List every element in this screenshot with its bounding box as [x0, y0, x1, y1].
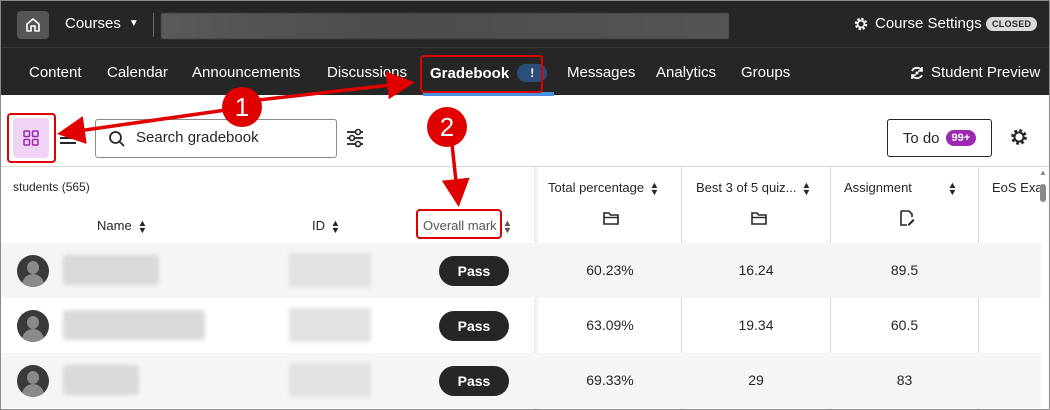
- assignment-cell[interactable]: 83: [831, 372, 978, 388]
- table-row: Pass 69.33% 29 83: [1, 353, 1041, 408]
- best-quiz-cell[interactable]: 16.24: [682, 262, 830, 278]
- vertical-scrollbar[interactable]: ▲: [1038, 166, 1048, 409]
- header-best-quiz-label: Best 3 of 5 quiz...: [696, 180, 797, 195]
- assignment-cell[interactable]: 89.5: [831, 262, 978, 278]
- avatar-icon: [17, 255, 49, 287]
- avatar-icon: [17, 365, 49, 397]
- divider: [153, 13, 154, 37]
- assignment-cell[interactable]: 60.5: [831, 317, 978, 333]
- refresh-preview-icon: [911, 66, 923, 79]
- gradebook-settings-button[interactable]: [1009, 127, 1029, 152]
- tab-groups[interactable]: Groups: [741, 64, 790, 81]
- callout-2: 2: [427, 107, 467, 147]
- student-name-redacted: [63, 310, 205, 340]
- header-id-label: ID: [312, 218, 325, 233]
- highlight-overall-mark: [416, 209, 502, 239]
- highlight-grid-view: [7, 113, 56, 163]
- caret-down-icon: ▼: [128, 18, 139, 29]
- best-quiz-cell[interactable]: 29: [682, 372, 830, 388]
- search-input[interactable]: [136, 129, 326, 146]
- folder-icon: [603, 212, 619, 225]
- home-button[interactable]: [17, 11, 49, 39]
- best-quiz-cell[interactable]: 19.34: [682, 317, 830, 333]
- student-name-redacted: [63, 365, 139, 395]
- student-id-redacted: [289, 363, 371, 397]
- course-settings-label: Course Settings: [875, 15, 982, 32]
- student-preview-label: Student Preview: [931, 64, 1041, 81]
- sort-icon: ▲ ▼: [137, 217, 148, 235]
- courses-menu[interactable]: Courses ▼: [65, 15, 139, 32]
- highlight-gradebook-tab: [420, 55, 543, 93]
- search-field[interactable]: [95, 119, 337, 158]
- tab-messages[interactable]: Messages: [567, 64, 635, 81]
- tab-analytics[interactable]: Analytics: [656, 64, 716, 81]
- course-title-redacted: [161, 13, 729, 39]
- tab-calendar[interactable]: Calendar: [107, 64, 168, 81]
- gradebook-table: students (565) Name ▲ ▼ ID ▲ ▼ Overall mark ▲…: [1, 166, 1049, 409]
- overall-mark-pill[interactable]: Pass: [439, 366, 509, 396]
- todo-button[interactable]: To do 99+: [887, 119, 992, 157]
- header-best-quiz[interactable]: Best 3 of 5 quiz... ▲ ▼: [696, 179, 812, 197]
- tab-discussions[interactable]: Discussions: [327, 64, 407, 81]
- course-settings-button[interactable]: Course Settings: [853, 15, 982, 32]
- status-badge: CLOSED: [986, 17, 1038, 31]
- gear-icon: [1011, 129, 1027, 145]
- courses-label: Courses: [65, 15, 121, 32]
- folder-icon: [751, 212, 767, 225]
- sort-icon: ▲ ▼: [502, 217, 513, 235]
- search-icon: [109, 131, 125, 147]
- sort-icon: ▲ ▼: [649, 179, 660, 197]
- scroll-up-icon[interactable]: ▲: [1039, 168, 1047, 177]
- filter-button[interactable]: [345, 127, 365, 149]
- list-view-button[interactable]: [58, 128, 78, 148]
- sort-icon: ▲ ▼: [330, 217, 341, 235]
- table-row: Pass 60.23% 16.24 89.5: [1, 243, 1041, 298]
- todo-label: To do: [902, 129, 940, 147]
- todo-count-badge: 99+: [945, 130, 977, 146]
- avatar-icon: [17, 310, 49, 342]
- students-count: students (565): [13, 180, 90, 194]
- tab-announcements[interactable]: Announcements: [192, 64, 300, 81]
- scroll-thumb[interactable]: [1040, 184, 1046, 202]
- header-total-percentage-label: Total percentage: [548, 180, 645, 195]
- top-bar: Courses ▼ Course Settings CLOSED: [1, 1, 1049, 47]
- tab-content[interactable]: Content: [29, 64, 82, 81]
- header-assignment-label: Assignment: [844, 180, 912, 195]
- student-id-redacted: [289, 253, 371, 287]
- header-assignment[interactable]: Assignment ▲ ▼: [844, 180, 957, 196]
- header-name-label: Name: [97, 218, 132, 233]
- home-icon: [26, 18, 40, 32]
- header-id[interactable]: ID ▲ ▼: [312, 218, 340, 234]
- student-name-redacted: [63, 255, 159, 285]
- total-percentage-cell[interactable]: 63.09%: [540, 317, 680, 333]
- student-preview-button[interactable]: Student Preview: [909, 64, 1040, 81]
- total-percentage-cell[interactable]: 60.23%: [540, 262, 680, 278]
- header-eos-exam[interactable]: EoS Exa: [992, 180, 1043, 195]
- filter-icon: [347, 128, 363, 148]
- student-id-redacted: [289, 308, 371, 342]
- sort-icon: ▲ ▼: [802, 179, 812, 197]
- gear-icon: [854, 17, 868, 30]
- header-total-percentage[interactable]: Total percentage ▲ ▼: [548, 180, 659, 196]
- header-name[interactable]: Name ▲ ▼: [97, 218, 147, 234]
- total-percentage-cell[interactable]: 69.33%: [540, 372, 680, 388]
- list-view-icon: [60, 132, 76, 144]
- table-row: Pass 63.09% 19.34 60.5: [1, 298, 1041, 353]
- overall-mark-pill[interactable]: Pass: [439, 311, 509, 341]
- overall-mark-pill[interactable]: Pass: [439, 256, 509, 286]
- document-edit-icon: [900, 210, 915, 226]
- callout-1: 1: [222, 87, 262, 127]
- sort-icon: ▲ ▼: [947, 179, 958, 197]
